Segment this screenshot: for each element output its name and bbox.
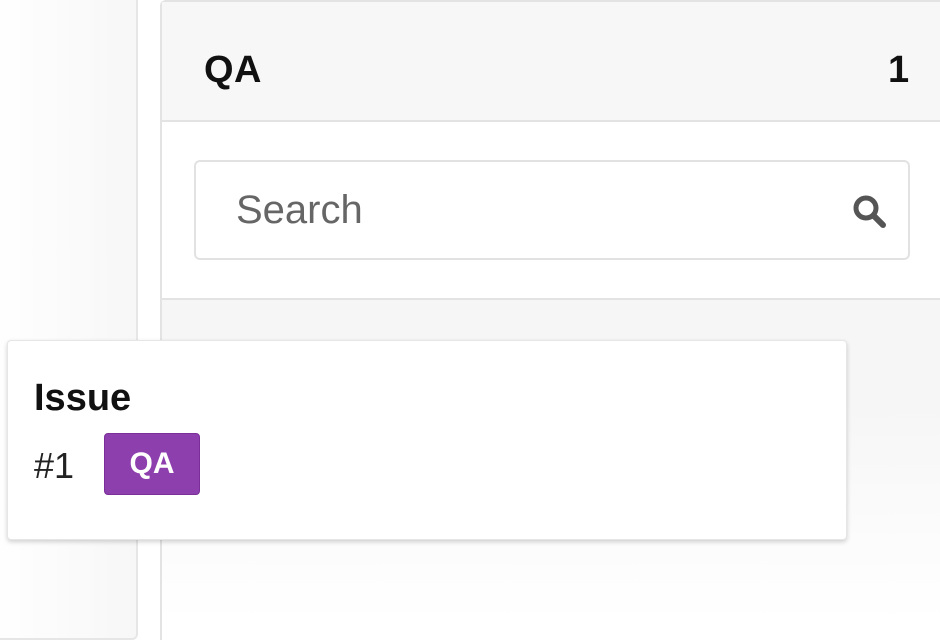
search-box[interactable]	[194, 160, 910, 260]
previous-board-column	[0, 0, 138, 640]
issue-card[interactable]: Issue #1 QA	[7, 340, 847, 540]
issue-label-badge[interactable]: QA	[104, 433, 200, 495]
search-icon[interactable]	[852, 194, 888, 230]
column-title: QA	[204, 49, 262, 91]
column-issue-count: 1	[888, 49, 910, 91]
board-column-qa: QA 1	[160, 0, 940, 640]
issue-number: #1	[34, 445, 75, 486]
column-search-area	[162, 122, 940, 300]
search-input[interactable]	[236, 184, 826, 236]
column-header: QA 1	[162, 2, 940, 122]
issue-title[interactable]: Issue	[34, 375, 131, 421]
